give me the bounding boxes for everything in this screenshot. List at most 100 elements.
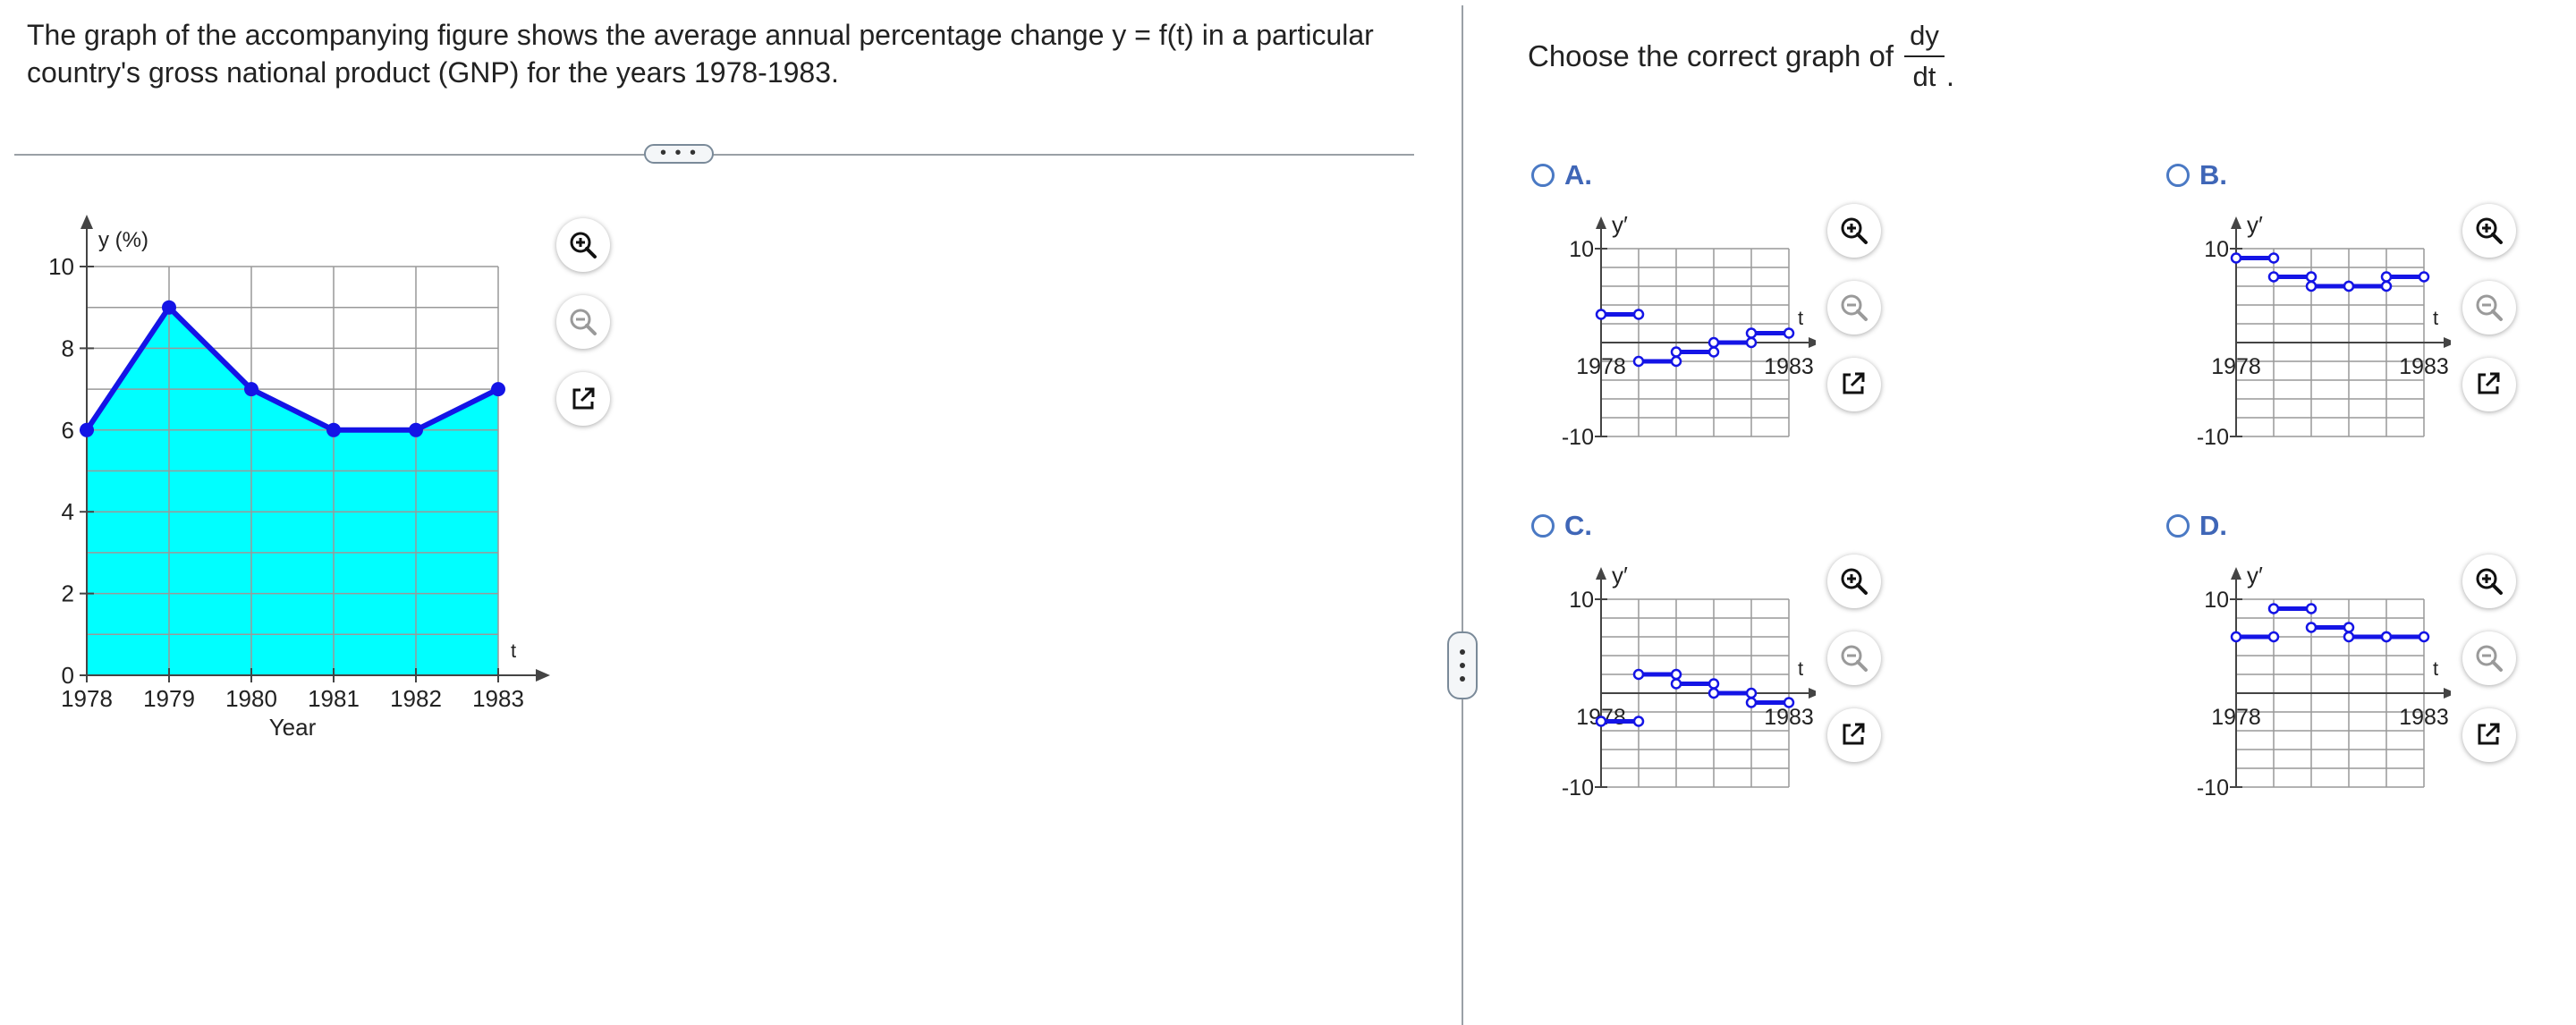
open-endpoint <box>1745 687 1758 699</box>
open-endpoint <box>1670 346 1682 358</box>
option-b-zoom-out-button[interactable] <box>2462 281 2516 335</box>
option-c-zoom-in-button[interactable] <box>1827 555 1881 608</box>
open-endpoint <box>1745 336 1758 349</box>
option-b-graph: y′ t 10 -10 1978 1983 <box>2197 211 2451 450</box>
option-d-radio[interactable] <box>2166 514 2190 538</box>
option-d-zoom-in-button[interactable] <box>2462 555 2516 608</box>
open-endpoint <box>2380 280 2393 292</box>
option-b[interactable]: B. <box>2166 159 2227 191</box>
option-b-radio[interactable] <box>2166 164 2190 187</box>
popout-icon <box>1843 723 1865 745</box>
y-axis-label: y (%) <box>98 228 148 252</box>
zoom-in-icon <box>2476 217 2503 244</box>
open-endpoint <box>1783 697 1795 708</box>
x-axis-var-label: t <box>511 640 516 662</box>
open-endpoint <box>1707 346 1720 358</box>
question-pane: The graph of the accompanying figure sho… <box>0 0 1449 1013</box>
option-b-popout-button[interactable] <box>2462 358 2516 411</box>
option-c[interactable]: C. <box>1531 510 1592 542</box>
open-endpoint <box>2305 271 2318 283</box>
option-a-graph: y′ t 10 -10 1978 1983 <box>1562 211 1816 450</box>
option-b-zoom-in-button[interactable] <box>2462 204 2516 258</box>
open-endpoint <box>2343 622 2355 633</box>
area-fill <box>87 307 498 675</box>
option-c-popout-button[interactable] <box>1827 708 1881 762</box>
zoom-out-icon <box>570 309 597 335</box>
open-endpoint <box>2380 271 2393 283</box>
open-endpoint <box>1670 355 1682 368</box>
option-a[interactable]: A. <box>1531 159 1592 191</box>
prompt-text: Choose the correct graph of <box>1528 39 1894 72</box>
main-popout-button[interactable] <box>556 372 610 426</box>
zoom-in-icon <box>2476 568 2503 595</box>
main-zoom-out-button[interactable] <box>556 295 610 349</box>
option-a-radio[interactable] <box>1531 164 1555 187</box>
main-zoom-in-button[interactable] <box>556 218 610 272</box>
open-endpoint <box>1632 355 1645 368</box>
y-tick-label: 10 <box>1569 588 1594 613</box>
x-tick-label: 1978 <box>2211 705 2261 730</box>
open-endpoint <box>2418 631 2430 643</box>
x-axis-arrow <box>2444 688 2451 699</box>
open-endpoint <box>2267 631 2280 643</box>
option-d-zoom-out-button[interactable] <box>2462 631 2516 685</box>
y-tick-label: 10 <box>48 253 74 280</box>
open-endpoint <box>1670 668 1682 681</box>
x-tick-label: 1981 <box>308 685 360 712</box>
splitter-handle[interactable] <box>1447 631 1478 699</box>
option-a-popout-button[interactable] <box>1827 358 1881 411</box>
open-endpoint <box>1707 687 1720 699</box>
zoom-in-icon <box>570 232 597 258</box>
open-endpoint <box>2305 603 2318 614</box>
y-tick-label: -10 <box>2197 775 2229 801</box>
popout-icon <box>572 387 595 410</box>
x-tick-label: 1978 <box>2211 354 2261 379</box>
y-axis-arrow <box>2231 567 2241 580</box>
open-endpoint <box>2230 631 2242 643</box>
option-c-zoom-out-button[interactable] <box>1827 631 1881 685</box>
open-endpoint <box>1632 309 1645 320</box>
data-point <box>162 300 176 315</box>
y-tick-label: -10 <box>1562 425 1594 450</box>
open-endpoint <box>1707 678 1720 690</box>
data-point <box>409 422 423 437</box>
open-endpoint <box>2305 622 2318 633</box>
open-endpoint <box>2343 280 2355 292</box>
zoom-out-icon <box>1841 645 1868 672</box>
option-c-graph: y′t10-1019781983 <box>1562 562 1816 801</box>
popout-icon <box>1843 372 1865 394</box>
open-endpoint <box>2230 252 2242 264</box>
option-d[interactable]: D. <box>2166 510 2227 542</box>
y-axis-arrow <box>2231 216 2241 229</box>
open-endpoint <box>1632 716 1645 727</box>
data-point <box>80 422 94 437</box>
y-axis-label: y′ <box>2247 211 2263 238</box>
answer-prompt: Choose the correct graph of dy dt . <box>1528 20 1954 93</box>
option-a-zoom-out-button[interactable] <box>1827 281 1881 335</box>
option-d-popout-button[interactable] <box>2462 708 2516 762</box>
option-d-label: D. <box>2199 510 2227 541</box>
option-a-label: A. <box>1564 159 1592 191</box>
data-point <box>326 422 341 437</box>
zoom-in-icon <box>1841 568 1868 595</box>
x-axis-arrow <box>2444 337 2451 348</box>
open-endpoint <box>1745 327 1758 339</box>
y-axis-arrow <box>1596 567 1606 580</box>
x-tick-label: 1983 <box>1764 705 1814 730</box>
y-tick-label: 6 <box>62 417 74 444</box>
zoom-in-icon <box>1841 217 1868 244</box>
option-c-radio[interactable] <box>1531 514 1555 538</box>
more-button[interactable]: • • • <box>644 144 714 164</box>
x-axis-var-label: t <box>1798 307 1803 329</box>
y-tick-label: 10 <box>2204 237 2229 262</box>
x-tick-label: 1978 <box>61 685 113 712</box>
open-endpoint <box>1745 697 1758 708</box>
y-tick-label: 10 <box>2204 588 2229 613</box>
option-a-zoom-in-button[interactable] <box>1827 204 1881 258</box>
x-axis-var-label: t <box>1798 657 1803 680</box>
open-endpoint <box>1670 678 1682 690</box>
y-tick-label: 2 <box>62 580 74 607</box>
open-endpoint <box>2343 631 2355 643</box>
zoom-out-icon <box>2476 645 2503 672</box>
x-tick-label: 1983 <box>472 685 524 712</box>
